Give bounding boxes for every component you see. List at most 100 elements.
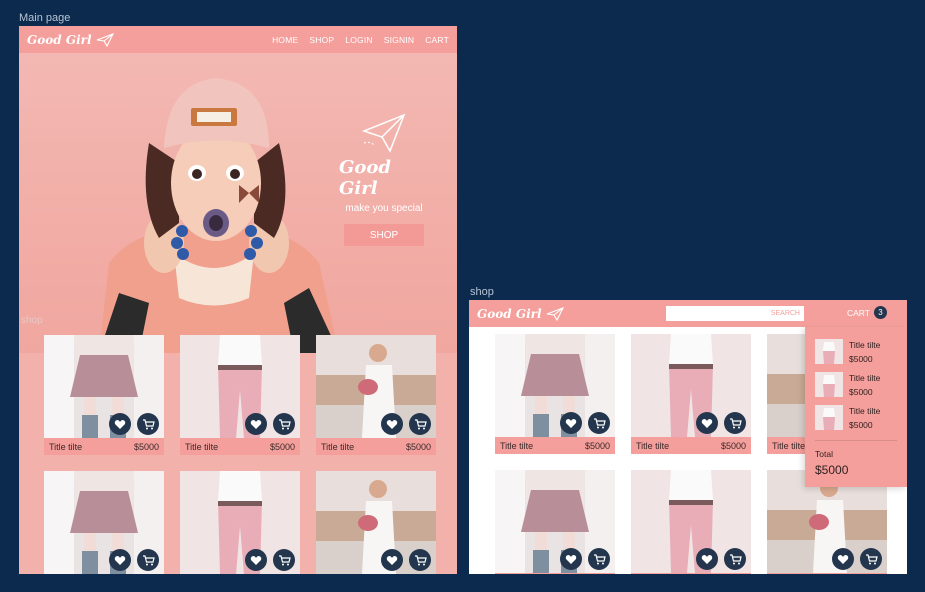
product-card[interactable]: Title tilte$5000 (316, 471, 436, 574)
cart-divider (815, 440, 897, 441)
like-button[interactable] (245, 549, 267, 571)
product-card[interactable]: Title tilte $5000 (316, 335, 436, 455)
cart-icon (278, 418, 291, 430)
like-button[interactable] (696, 548, 718, 570)
add-to-cart-button[interactable] (409, 549, 431, 571)
product-card[interactable]: Title tilte$5000 (631, 470, 751, 574)
cart-item[interactable]: Title tilte $5000 (815, 368, 897, 401)
cart-item[interactable]: Title tilte $5000 (815, 335, 897, 368)
cart-item-title: Title tilte (849, 339, 881, 350)
nav-signin[interactable]: SIGNIN (384, 35, 414, 45)
hero-shop-button[interactable]: SHOP (344, 224, 424, 246)
product-caption: Title tilte$5000 (631, 573, 751, 574)
product-caption: Title tilte $5000 (316, 438, 436, 455)
product-actions (245, 549, 295, 571)
cart-item-thumbnail (815, 405, 843, 430)
product-actions (245, 413, 295, 435)
add-to-cart-button[interactable] (273, 413, 295, 435)
heart-icon (386, 555, 398, 566)
product-card[interactable]: Title tilte$5000 (495, 470, 615, 574)
shop-section-label: shop (21, 315, 43, 326)
cart-item-list: Title tilte $5000 Title tilte $5000 Title ti… (815, 335, 897, 434)
main-product-grid: Title tilte $5000 Title tilte $5000 Title ti… (44, 335, 436, 574)
product-card[interactable]: Title tilte $5000 (180, 335, 300, 455)
product-caption: Title tilte $5000 (495, 437, 615, 454)
hero-model-image (99, 78, 339, 353)
cart-icon (593, 553, 606, 565)
like-button[interactable] (109, 413, 131, 435)
cart-item-price: $5000 (849, 419, 873, 430)
cart-icon (865, 553, 878, 565)
product-caption: Title tilte$5000 (495, 573, 615, 574)
add-to-cart-button[interactable] (724, 548, 746, 570)
product-actions (560, 412, 610, 434)
add-to-cart-button[interactable] (273, 549, 295, 571)
hero-logo-text: Good Girl (339, 157, 391, 199)
nav-login[interactable]: LOGIN (345, 35, 372, 45)
product-actions (696, 412, 746, 434)
nav-shop[interactable]: SHOP (309, 35, 334, 45)
cart-item[interactable]: Title tilte $5000 (815, 401, 897, 434)
product-title: Title tilte (772, 440, 806, 451)
like-button[interactable] (560, 548, 582, 570)
like-button[interactable] (560, 412, 582, 434)
product-price: $5000 (720, 440, 746, 451)
heart-icon (114, 555, 126, 566)
add-to-cart-button[interactable] (588, 548, 610, 570)
brand-logo[interactable]: Good Girl (477, 307, 564, 321)
product-actions (109, 549, 159, 571)
cart-total-label: Total (815, 449, 833, 459)
product-card[interactable]: Title tilte$5000 (44, 471, 164, 574)
like-button[interactable] (109, 549, 131, 571)
product-card[interactable]: Title tilte$5000 (44, 335, 164, 455)
cart-icon (142, 554, 155, 566)
heart-icon (701, 554, 713, 565)
like-button[interactable] (696, 412, 718, 434)
search-input[interactable]: SEARCH (666, 306, 804, 321)
cart-item-title: Title tilte (849, 405, 881, 416)
cart-item-title: Title tilte (849, 372, 881, 383)
product-card[interactable]: Title tilte $5000 (495, 334, 615, 454)
add-to-cart-button[interactable] (137, 413, 159, 435)
like-button[interactable] (381, 549, 403, 571)
cart-icon (414, 554, 427, 566)
cart-icon (278, 554, 291, 566)
product-caption: Title tilte$5000 (44, 438, 164, 455)
main-page-frame-label: Main page (19, 12, 71, 24)
product-title: Title tilte (500, 440, 534, 451)
heart-icon (701, 418, 713, 429)
nav-cart[interactable]: CART (425, 35, 449, 45)
cart-dropdown-panel: Title tilte $5000 Title tilte $5000 Title ti… (805, 327, 907, 487)
add-to-cart-button[interactable] (588, 412, 610, 434)
add-to-cart-button[interactable] (409, 413, 431, 435)
cart-button[interactable]: CART 3 (847, 306, 887, 319)
product-card[interactable]: Title tilte $5000 (631, 334, 751, 454)
product-price: $5000 (405, 441, 431, 452)
cart-icon (729, 553, 742, 565)
cart-icon (142, 418, 155, 430)
like-button[interactable] (832, 548, 854, 570)
hero-brand-block: Good Girl make you special SHOP (339, 113, 429, 246)
main-page-frame: Good Girl HOME SHOP LOGIN SIGNIN CART Go… (19, 26, 457, 574)
add-to-cart-button[interactable] (724, 412, 746, 434)
product-price: $5000 (584, 440, 610, 451)
cart-item-thumbnail (815, 339, 843, 364)
product-card[interactable]: Title tilte$5000 (180, 471, 300, 574)
product-title: Title tilte (321, 441, 355, 452)
paper-plane-icon (96, 32, 114, 47)
add-to-cart-button[interactable] (860, 548, 882, 570)
like-button[interactable] (245, 413, 267, 435)
product-title: Title tilte (185, 441, 219, 452)
heart-icon (114, 419, 126, 430)
product-actions (560, 548, 610, 570)
add-to-cart-button[interactable] (137, 549, 159, 571)
heart-icon (565, 554, 577, 565)
nav-home[interactable]: HOME (272, 35, 298, 45)
cart-icon (729, 417, 742, 429)
product-actions (381, 413, 431, 435)
like-button[interactable] (381, 413, 403, 435)
paper-plane-icon (362, 113, 406, 153)
brand-logo[interactable]: Good Girl (27, 33, 114, 47)
product-price: $5000 (269, 441, 295, 452)
product-title: Title tilte (636, 440, 670, 451)
